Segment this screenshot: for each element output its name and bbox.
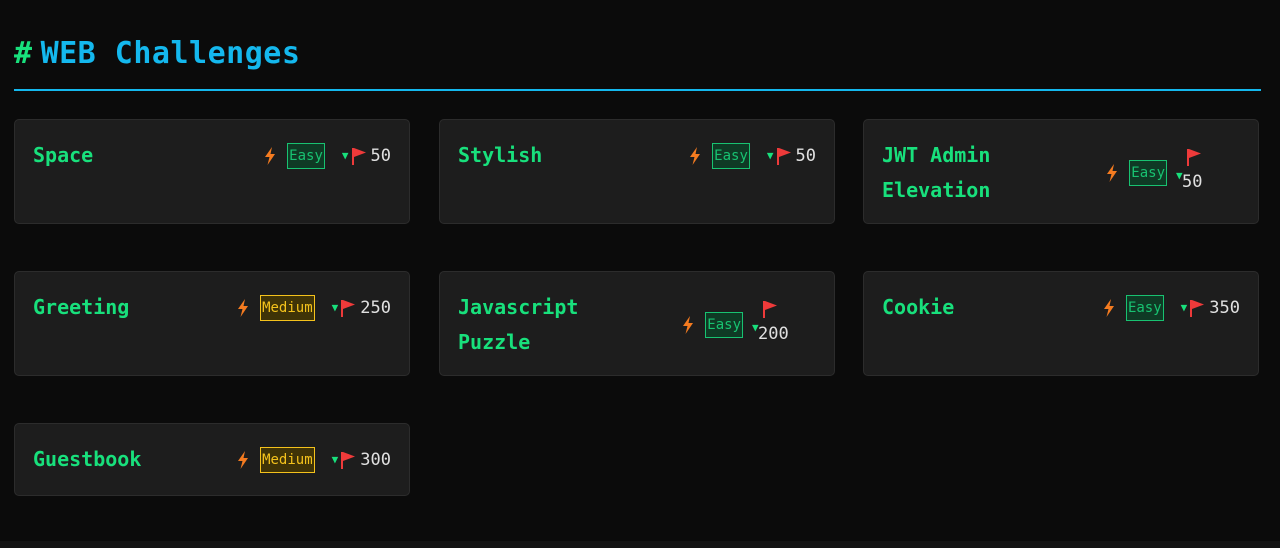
bottom-edge xyxy=(0,541,1280,548)
red-flag-icon xyxy=(1190,299,1205,317)
challenge-card-greeting[interactable]: Greeting Medium ▼ 250 xyxy=(14,271,410,376)
points-score: ▼ 50 xyxy=(1176,148,1220,198)
points-score: ▼ 50 xyxy=(342,146,391,166)
red-flag-icon xyxy=(763,301,777,318)
triangle-down-icon: ▼ xyxy=(1180,301,1188,314)
points-score: ▼ 200 xyxy=(752,300,796,350)
challenge-card-cookie[interactable]: Cookie Easy ▼ 350 xyxy=(863,271,1259,376)
difficulty-badge: Easy xyxy=(705,312,743,338)
challenge-name: Greeting xyxy=(33,295,130,319)
challenge-card-stylish[interactable]: Stylish Easy ▼ 50 xyxy=(439,119,835,224)
points-score: ▼ 350 xyxy=(1181,298,1240,318)
points-value: 50 xyxy=(370,145,391,166)
challenge-meta: Easy ▼ 50 xyxy=(689,138,816,173)
points-score: ▼ 300 xyxy=(332,450,391,470)
red-flag-icon xyxy=(776,147,791,165)
challenge-card-javascript-puzzle[interactable]: Javascript Puzzle Easy ▼ 200 xyxy=(439,271,835,376)
points-score: ▼ 250 xyxy=(332,298,391,318)
difficulty-badge: Easy xyxy=(287,142,325,169)
red-flag-icon xyxy=(341,451,356,469)
lightning-bolt-icon xyxy=(690,146,701,165)
lightning-bolt-icon xyxy=(238,450,249,469)
challenge-card-guestbook[interactable]: Guestbook Medium ▼ 300 xyxy=(14,423,410,496)
points-value: 350 xyxy=(1209,297,1240,318)
heading-divider xyxy=(14,89,1261,91)
difficulty-badge: Easy xyxy=(1125,294,1164,321)
points-value: 250 xyxy=(360,297,391,318)
lightning-bolt-icon xyxy=(1103,298,1114,317)
difficulty-badge: Medium xyxy=(260,446,315,473)
challenge-meta: Easy ▼ 200 xyxy=(682,290,796,360)
triangle-down-icon: ▼ xyxy=(766,149,774,162)
triangle-down-icon: ▼ xyxy=(331,453,339,466)
challenge-meta: Medium ▼ 300 xyxy=(237,442,391,477)
challenge-card-space[interactable]: Space Easy ▼ 50 xyxy=(14,119,410,224)
challenge-meta: Easy ▼ 50 xyxy=(264,138,391,173)
lightning-bolt-icon xyxy=(265,146,276,165)
challenge-name: Cookie xyxy=(882,295,955,319)
red-flag-icon xyxy=(341,299,356,317)
challenge-name: JWT Admin Elevation xyxy=(882,143,991,202)
challenge-name: Space xyxy=(33,143,94,167)
challenge-name: Guestbook xyxy=(33,447,142,471)
points-score: ▼ 50 xyxy=(767,146,816,166)
lightning-bolt-icon xyxy=(1107,164,1118,182)
points-value: 50 xyxy=(795,145,816,166)
triangle-down-icon: ▼ xyxy=(331,301,339,314)
challenges-page: # WEB Challenges Space Easy ▼ 50 Stylish… xyxy=(14,0,1261,541)
challenge-meta: Easy ▼ 50 xyxy=(1106,138,1220,208)
difficulty-badge: Medium xyxy=(260,294,315,321)
points-value: 200 xyxy=(758,324,789,344)
points-value: 300 xyxy=(360,449,391,470)
difficulty-badge: Easy xyxy=(1129,160,1167,186)
page-heading: # WEB Challenges xyxy=(14,34,300,74)
page-title: WEB Challenges xyxy=(40,36,301,71)
triangle-down-icon: ▼ xyxy=(341,149,349,162)
challenge-meta: Easy ▼ 350 xyxy=(1103,290,1240,325)
red-flag-icon xyxy=(351,147,366,165)
heading-hash: # xyxy=(14,36,33,71)
challenge-name: Javascript Puzzle xyxy=(458,295,579,354)
points-value: 50 xyxy=(1182,172,1203,192)
lightning-bolt-icon xyxy=(683,316,694,334)
challenge-meta: Medium ▼ 250 xyxy=(237,290,391,325)
lightning-bolt-icon xyxy=(238,298,249,317)
red-flag-icon xyxy=(1187,149,1201,166)
challenge-card-jwt-admin-elevation[interactable]: JWT Admin Elevation Easy ▼ 50 xyxy=(863,119,1259,224)
challenge-name: Stylish xyxy=(458,143,543,167)
difficulty-badge: Easy xyxy=(712,142,750,169)
